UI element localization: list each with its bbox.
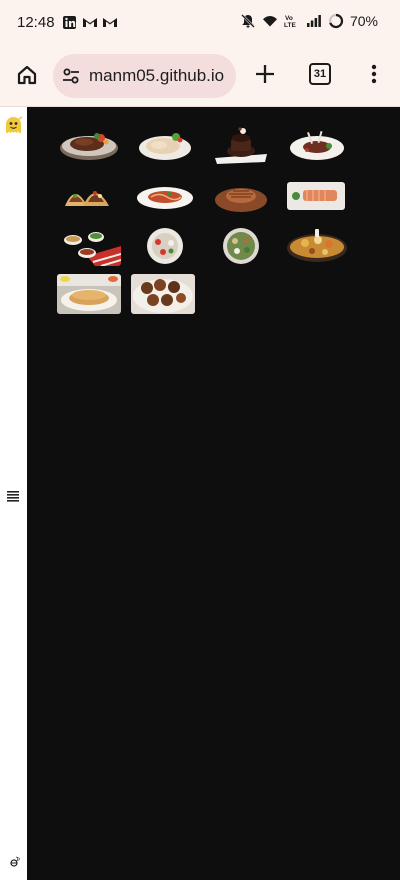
- volte-icon: Vo LTE: [284, 15, 296, 29]
- gallery-item[interactable]: [131, 274, 195, 314]
- pasta-plate-icon: [137, 187, 193, 209]
- browser-toolbar: manm05.github.io 31: [0, 46, 400, 107]
- svg-text:Vo: Vo: [285, 15, 293, 22]
- hamburger-menu-icon[interactable]: [7, 490, 19, 502]
- side-rail: A: [0, 107, 27, 880]
- pancakes-breakfast-icon: [57, 274, 121, 314]
- more-vert-icon: [371, 64, 377, 84]
- gallery-item[interactable]: [57, 226, 121, 266]
- gallery-item[interactable]: [285, 124, 349, 164]
- url-text: manm05.github.io: [89, 66, 225, 85]
- gallery-item[interactable]: [209, 124, 273, 164]
- tab-count: 31: [309, 63, 331, 85]
- gallery-item[interactable]: [285, 176, 349, 216]
- salmon-fillet-icon: [287, 182, 345, 210]
- salad-bowl-icon: [223, 228, 259, 264]
- seafood-platter-icon: [287, 229, 347, 262]
- chocolate-dessert-icon: [215, 127, 267, 164]
- site-settings-icon[interactable]: [61, 66, 81, 86]
- battery-ring-icon: [328, 13, 344, 29]
- svg-text:LTE: LTE: [284, 22, 296, 29]
- burger-patty-icon: [215, 188, 267, 212]
- tab-switcher-button[interactable]: 31: [305, 59, 335, 89]
- home-button[interactable]: [10, 58, 44, 92]
- plus-icon: [256, 65, 274, 83]
- gallery-item[interactable]: [57, 124, 121, 164]
- gallery-item[interactable]: [133, 176, 197, 216]
- status-bar: 12:48 Vo LTE 70%: [0, 0, 400, 46]
- new-tab-button[interactable]: [249, 58, 281, 90]
- gallery-item[interactable]: [209, 226, 273, 266]
- caprese-plate-icon: [147, 228, 183, 264]
- gallery-item[interactable]: [133, 124, 197, 164]
- battery-percent: 70%: [349, 13, 378, 29]
- steak-platter-icon: [60, 133, 118, 160]
- chicken-plate-icon: [139, 133, 191, 160]
- linkedin-icon: [63, 16, 76, 29]
- bell-muted-icon: [241, 14, 255, 28]
- address-bar[interactable]: manm05.github.io: [53, 54, 236, 98]
- tacos-icon: [65, 191, 109, 206]
- gallery-item[interactable]: [285, 226, 349, 266]
- gmail-icon: [83, 18, 97, 27]
- overflow-menu-button[interactable]: [362, 58, 386, 90]
- lamb-chops-icon: [290, 130, 344, 160]
- status-time: 12:48: [17, 14, 55, 31]
- gallery-item[interactable]: [57, 274, 121, 314]
- system-icons: Vo LTE 70%: [240, 13, 378, 29]
- translate-icon[interactable]: A: [8, 849, 20, 869]
- gallery-item[interactable]: [133, 226, 197, 266]
- gallery-item[interactable]: [209, 176, 273, 216]
- svg-text:A: A: [14, 857, 20, 862]
- fried-chicken-icon: [131, 274, 195, 314]
- phone-screen: 12:48 Vo LTE 70% manm05.github.io 31: [0, 0, 400, 880]
- appetizer-bowls-icon: [64, 232, 121, 266]
- mascot-logo-icon[interactable]: [3, 115, 24, 136]
- home-icon: [17, 65, 37, 85]
- wifi-icon: [262, 16, 277, 27]
- gallery-item[interactable]: [57, 176, 121, 216]
- signal-icon: [306, 15, 321, 27]
- gmail-icon-2: [103, 18, 117, 27]
- notification-icons: [62, 14, 118, 30]
